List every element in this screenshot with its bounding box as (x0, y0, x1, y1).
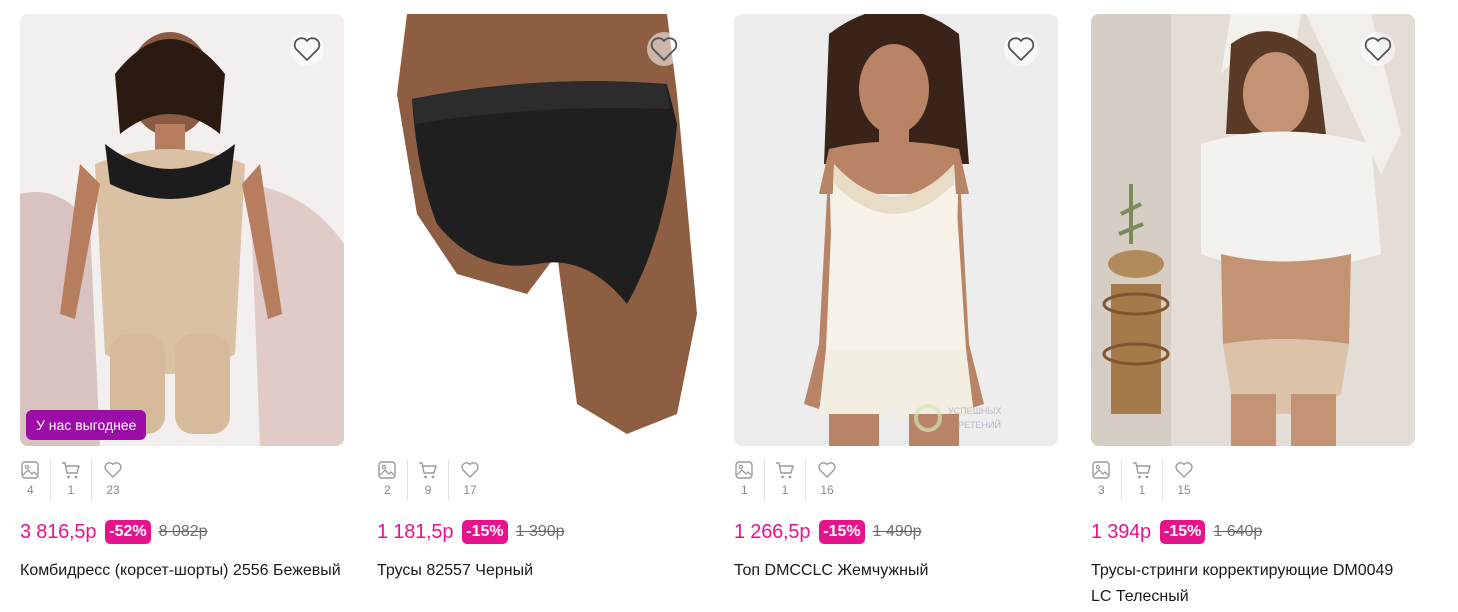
likes-stat[interactable]: 17 (449, 460, 491, 500)
product-photo[interactable]: УСПЕШНЫХ РЕТЕНИЙ (734, 14, 1058, 446)
product-photo[interactable] (1091, 14, 1415, 446)
price-row: 1 394р -15% 1 640р (1091, 518, 1415, 546)
photos-count: 3 (1098, 483, 1105, 497)
cart-icon (776, 462, 794, 479)
cart-count: 1 (1138, 483, 1146, 497)
cart-count: 9 (424, 483, 432, 497)
product-stats: 3 1 15 (1091, 460, 1415, 500)
product-card[interactable]: 3 1 15 1 394р -15% 1 640р Трусы-стринги … (1091, 14, 1415, 610)
current-price: 1 181,5р (377, 520, 454, 543)
product-grid: У нас выгоднее 4 1 23 3 816,5р -52% 8 08… (20, 14, 1415, 610)
likes-count: 23 (106, 483, 120, 497)
heart-icon (461, 462, 479, 478)
photos-stat[interactable]: 2 (377, 460, 408, 500)
discount-badge: -15% (819, 520, 865, 544)
image-icon (735, 461, 753, 479)
photos-count: 2 (384, 483, 391, 497)
cart-icon (62, 462, 80, 479)
old-price: 8 082р (158, 523, 208, 540)
current-price: 1 394р (1091, 520, 1151, 543)
likes-stat[interactable]: 15 (1163, 460, 1205, 500)
favorite-button[interactable] (1004, 32, 1038, 66)
current-price: 3 816,5р (20, 520, 97, 543)
product-stats: 4 1 23 (20, 460, 344, 500)
discount-badge: -15% (462, 520, 508, 544)
product-title[interactable]: Трусы 82557 Черный (377, 558, 701, 584)
price-row: 1 181,5р -15% 1 390р (377, 518, 701, 546)
old-price: 1 390р (515, 523, 565, 540)
photos-count: 4 (27, 483, 34, 497)
cart-count: 1 (67, 483, 75, 497)
product-stats: 1 1 16 (734, 460, 1058, 500)
product-title[interactable]: Комбидресс (корсет-шорты) 2556 Бежевый (20, 558, 344, 584)
cart-icon (1133, 462, 1151, 479)
photos-count: 1 (741, 483, 748, 497)
product-image (20, 14, 344, 446)
likes-stat[interactable]: 16 (806, 460, 848, 500)
product-card[interactable]: УСПЕШНЫХ РЕТЕНИЙ 1 1 16 1 266,5р -15% 1 … (734, 14, 1058, 610)
product-photo[interactable] (377, 14, 701, 446)
product-photo[interactable]: У нас выгоднее (20, 14, 344, 446)
product-image (1091, 14, 1415, 446)
product-stats: 2 9 17 (377, 460, 701, 500)
product-image (377, 14, 701, 446)
old-price: 1 490р (872, 523, 922, 540)
cart-stat[interactable]: 1 (765, 460, 806, 500)
product-card[interactable]: 2 9 17 1 181,5р -15% 1 390р Трусы 82557 … (377, 14, 701, 610)
heart-icon (1175, 462, 1193, 478)
price-row: 3 816,5р -52% 8 082р (20, 518, 344, 546)
favorite-button[interactable] (647, 32, 681, 66)
cart-stat[interactable]: 1 (1122, 460, 1163, 500)
image-icon (21, 461, 39, 479)
price-row: 1 266,5р -15% 1 490р (734, 518, 1058, 546)
product-title[interactable]: Трусы-стринги корректирующие DM0049 LC Т… (1091, 558, 1415, 610)
cart-count: 1 (781, 483, 789, 497)
heart-icon (818, 462, 836, 478)
heart-icon (650, 37, 678, 61)
image-icon (1092, 461, 1110, 479)
likes-stat[interactable]: 23 (92, 460, 134, 500)
product-card[interactable]: У нас выгоднее 4 1 23 3 816,5р -52% 8 08… (20, 14, 344, 610)
product-image: УСПЕШНЫХ РЕТЕНИЙ (734, 14, 1058, 446)
better-price-badge: У нас выгоднее (26, 410, 147, 440)
svg-text:УСПЕШНЫХ: УСПЕШНЫХ (948, 406, 1001, 416)
cart-stat[interactable]: 1 (51, 460, 92, 500)
discount-badge: -52% (105, 520, 151, 544)
favorite-button[interactable] (1361, 32, 1395, 66)
photos-stat[interactable]: 1 (734, 460, 765, 500)
image-icon (378, 461, 396, 479)
old-price: 1 640р (1213, 523, 1263, 540)
product-title[interactable]: Топ DMCCLC Жемчужный (734, 558, 1058, 584)
likes-count: 15 (1177, 483, 1191, 497)
heart-icon (1007, 37, 1035, 61)
favorite-button[interactable] (290, 32, 324, 66)
likes-count: 16 (820, 483, 834, 497)
current-price: 1 266,5р (734, 520, 811, 543)
cart-icon (419, 462, 437, 479)
heart-icon (1364, 37, 1392, 61)
heart-icon (104, 462, 122, 478)
heart-icon (293, 37, 321, 61)
cart-stat[interactable]: 9 (408, 460, 449, 500)
photos-stat[interactable]: 3 (1091, 460, 1122, 500)
photos-stat[interactable]: 4 (20, 460, 51, 500)
discount-badge: -15% (1159, 520, 1206, 544)
likes-count: 17 (463, 483, 477, 497)
svg-text:РЕТЕНИЙ: РЕТЕНИЙ (958, 419, 1001, 430)
